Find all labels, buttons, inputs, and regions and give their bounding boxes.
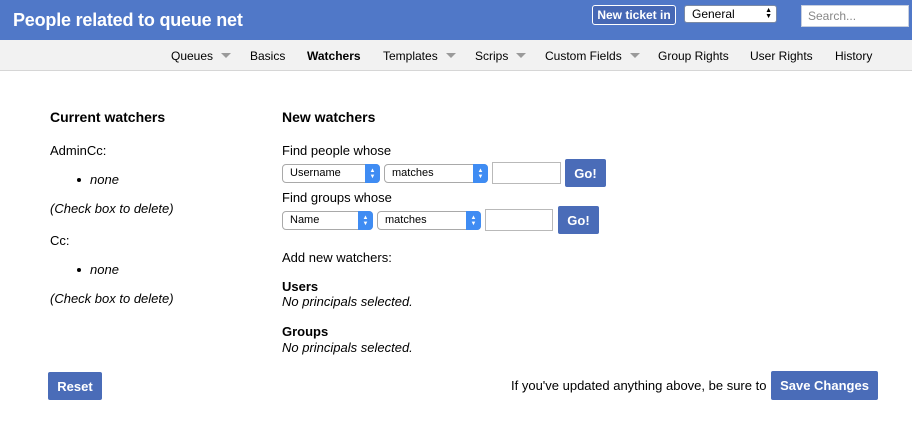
admincc-label: AdminCc: xyxy=(50,143,107,158)
nav-item-watchers[interactable]: Watchers xyxy=(307,49,361,63)
select-arrows-icon: ▲ ▼ xyxy=(365,164,380,183)
users-empty-text: No principals selected. xyxy=(282,294,413,309)
chevron-down-icon xyxy=(445,53,456,58)
select-arrows-icon: ▲ ▼ xyxy=(765,7,772,20)
people-field-value: Username xyxy=(290,167,341,179)
header-bar: People related to queue net New ticket i… xyxy=(0,0,912,40)
search-input[interactable] xyxy=(801,5,909,27)
people-operator-select[interactable]: matches ▲ ▼ xyxy=(384,164,488,183)
select-arrows-icon: ▲ ▼ xyxy=(358,211,373,230)
groups-empty-text: No principals selected. xyxy=(282,340,413,355)
nav-item-custom-fields[interactable]: Custom Fields xyxy=(545,49,640,63)
admincc-value: none xyxy=(90,172,119,187)
current-watchers-heading: Current watchers xyxy=(50,109,166,125)
nav-item-label: Custom Fields xyxy=(545,49,622,63)
groups-search-input[interactable] xyxy=(485,209,553,231)
list-bullet xyxy=(77,268,81,272)
reset-button[interactable]: Reset xyxy=(48,372,102,400)
groups-field-value: Name xyxy=(290,214,320,226)
nav-item-group-rights[interactable]: Group Rights xyxy=(658,49,729,63)
people-go-button[interactable]: Go! xyxy=(565,159,606,187)
nav-bar: Queues Basics Watchers Templates Scrips … xyxy=(0,40,912,71)
admincc-delete-hint: (Check box to delete) xyxy=(50,201,174,216)
save-reminder-text: If you've updated anything above, be sur… xyxy=(511,378,767,393)
nav-item-label: Watchers xyxy=(307,49,361,63)
nav-item-history[interactable]: History xyxy=(835,49,872,63)
nav-item-label: Basics xyxy=(250,49,286,63)
nav-item-label: User Rights xyxy=(750,49,813,63)
people-search-input[interactable] xyxy=(492,162,561,184)
select-arrows-icon: ▲ ▼ xyxy=(466,211,481,230)
nav-item-scrips[interactable]: Scrips xyxy=(475,49,527,63)
nav-item-label: Templates xyxy=(383,49,438,63)
nav-item-label: History xyxy=(835,49,873,63)
new-ticket-button[interactable]: New ticket in xyxy=(592,5,676,25)
list-bullet xyxy=(77,178,81,182)
add-watchers-label: Add new watchers: xyxy=(282,250,392,265)
nav-item-label: Queues xyxy=(171,49,214,63)
find-people-label: Find people whose xyxy=(282,143,392,158)
groups-operator-value: matches xyxy=(385,214,427,226)
chevron-down-icon xyxy=(629,53,640,58)
groups-go-button[interactable]: Go! xyxy=(558,206,599,234)
find-groups-label: Find groups whose xyxy=(282,190,392,205)
cc-value: none xyxy=(90,262,119,277)
groups-field-select[interactable]: Name ▲ ▼ xyxy=(282,211,373,230)
nav-item-label: Group Rights xyxy=(658,49,729,63)
nav-item-templates[interactable]: Templates xyxy=(383,49,456,63)
nav-item-user-rights[interactable]: User Rights xyxy=(750,49,813,63)
cc-delete-hint: (Check box to delete) xyxy=(50,291,174,306)
nav-item-queues[interactable]: Queues xyxy=(171,49,232,63)
queue-select-value: General xyxy=(692,7,735,21)
people-field-select[interactable]: Username ▲ ▼ xyxy=(282,164,380,183)
cc-label: Cc: xyxy=(50,233,70,248)
chevron-down-icon xyxy=(221,53,232,58)
groups-operator-select[interactable]: matches ▲ ▼ xyxy=(377,211,481,230)
select-arrows-icon: ▲ ▼ xyxy=(473,164,488,183)
people-operator-value: matches xyxy=(392,167,434,179)
groups-heading: Groups xyxy=(282,324,329,339)
save-changes-button[interactable]: Save Changes xyxy=(771,371,878,400)
new-watchers-heading: New watchers xyxy=(282,109,376,125)
chevron-down-icon xyxy=(516,53,527,58)
users-heading: Users xyxy=(282,279,319,294)
nav-item-basics[interactable]: Basics xyxy=(250,49,285,63)
page-title: People related to queue net xyxy=(13,10,243,30)
nav-item-label: Scrips xyxy=(475,49,509,63)
queue-select[interactable]: General ▲ ▼ xyxy=(684,5,777,23)
